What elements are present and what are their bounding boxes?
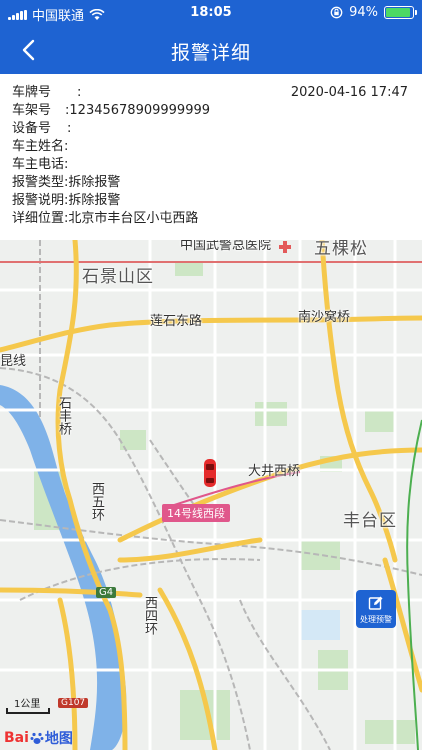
alarm-type-label: 报警类型 xyxy=(12,175,65,190)
location-value: 北京市丰台区小屯西路 xyxy=(68,211,199,226)
map-label-nanshawo: 南沙窝桥 xyxy=(298,310,351,325)
map-scale: 1公里 xyxy=(6,695,50,715)
scale-bar xyxy=(6,708,50,714)
map-label-shifeng: 石丰桥 xyxy=(56,396,71,435)
map-label-wukesong: 五棵松 xyxy=(314,240,368,259)
national-road-badge: G107 xyxy=(58,698,89,708)
alarm-info-panel: 2020-04-16 17:47 车牌号: 车架号:12345678909999… xyxy=(0,74,422,240)
map-label-xiwuhuan: 西五环 xyxy=(89,482,104,521)
location-row: 详细位置:北京市丰台区小屯西路 xyxy=(12,211,199,226)
map-label-hospital: 中国武警总医院 xyxy=(180,240,272,253)
alarm-desc-label: 报警说明 xyxy=(12,193,65,208)
frame-value: 12345678909999999 xyxy=(69,103,211,118)
app-header: 中国联通 18:05 94% 报警详细 xyxy=(0,0,422,74)
alarm-desc-row: 报警说明:拆除报警 xyxy=(12,193,121,208)
owner-name-row: 车主姓名: xyxy=(12,139,69,154)
paw-icon xyxy=(30,732,44,744)
map-label-xisihuan: 西四环 xyxy=(142,596,157,635)
map-canvas xyxy=(0,240,422,750)
map-view[interactable]: 中国武警总医院 五棵松 石景山区 莲石东路 南沙窝桥 昆线 石丰桥 大井西桥 西… xyxy=(0,240,422,750)
handle-alert-button[interactable]: 处理预警 xyxy=(356,590,396,628)
rotation-lock-icon xyxy=(330,6,343,19)
map-label-lianshi-east: 莲石东路 xyxy=(150,314,203,329)
owner-name-label: 车主姓名 xyxy=(12,139,65,154)
handle-alert-label: 处理预警 xyxy=(360,615,392,624)
plate-label: 车牌号 xyxy=(12,85,52,100)
subway-line-badge: 14号线西段 xyxy=(162,504,230,522)
frame-label: 车架号 xyxy=(12,103,52,118)
owner-phone-row: 车主电话: xyxy=(12,157,69,172)
map-label-line: 昆线 xyxy=(0,354,27,369)
edit-icon xyxy=(368,596,383,610)
map-label-fengtai: 丰台区 xyxy=(343,511,397,531)
battery-percent: 94% xyxy=(349,5,378,20)
map-label-shijingshan: 石景山区 xyxy=(82,267,154,287)
alarm-datetime: 2020-04-16 17:47 xyxy=(290,85,408,100)
nav-bar: 报警详细 xyxy=(0,26,422,74)
alarm-type-row: 报警类型:拆除报警 xyxy=(12,175,121,190)
battery-icon xyxy=(384,6,417,19)
map-label-dajing: 大井西桥 xyxy=(248,464,301,479)
alarm-desc-value: 拆除报警 xyxy=(68,193,121,208)
status-right: 94% xyxy=(330,5,417,20)
plate-row: 车牌号: xyxy=(12,85,82,100)
highway-badge: G4 xyxy=(96,587,117,598)
device-row: 设备号: xyxy=(12,121,72,136)
baidu-logo: Bai 地图 xyxy=(4,730,73,747)
device-label: 设备号 xyxy=(12,121,52,136)
frame-row: 车架号:12345678909999999 xyxy=(12,103,211,118)
owner-phone-label: 车主电话 xyxy=(12,157,65,172)
car-marker[interactable] xyxy=(204,459,216,487)
battery-level xyxy=(386,8,411,17)
page-title: 报警详细 xyxy=(170,42,251,64)
location-label: 详细位置 xyxy=(12,211,65,226)
alarm-type-value: 拆除报警 xyxy=(68,175,121,190)
status-bar: 中国联通 18:05 94% xyxy=(0,0,422,26)
